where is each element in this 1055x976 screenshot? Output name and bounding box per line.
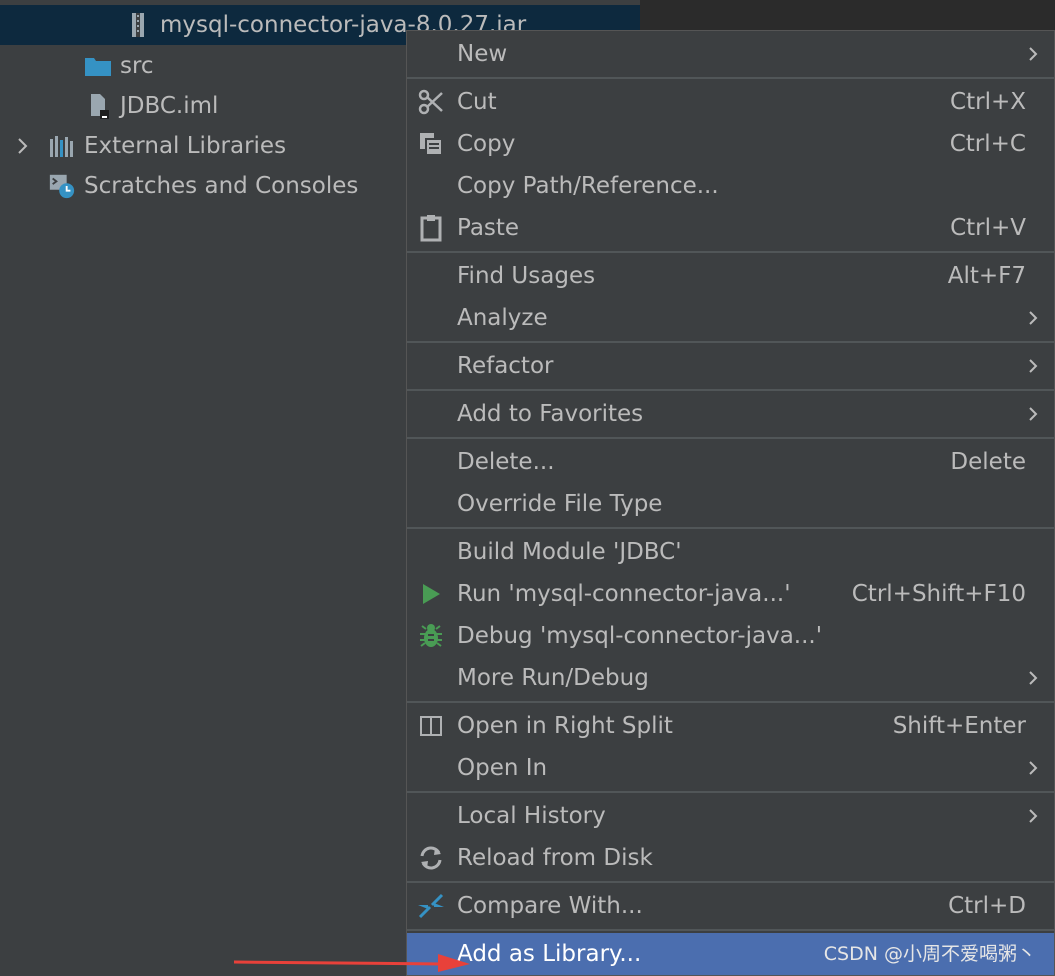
annotation-arrow-icon xyxy=(234,954,470,972)
menu-item-analyze[interactable]: Analyze xyxy=(407,297,1054,339)
chevron-right-icon xyxy=(1026,393,1040,435)
libraries-icon xyxy=(48,132,76,160)
chevron-right-icon xyxy=(1026,795,1040,837)
menu-separator xyxy=(407,791,1054,793)
chevron-right-icon xyxy=(1026,657,1040,699)
tree-item-jdbc-iml[interactable]: JDBC.iml xyxy=(84,86,218,126)
menu-separator xyxy=(407,701,1054,703)
tree-item-external-libraries[interactable]: External Libraries xyxy=(48,126,286,166)
menu-separator xyxy=(407,77,1054,79)
menu-separator xyxy=(407,341,1054,343)
context-menu: New Cut Ctrl+X Copy Ctrl+C Copy Path/Ref… xyxy=(406,30,1055,976)
run-icon xyxy=(415,573,447,615)
menu-separator xyxy=(407,881,1054,883)
tree-item-label: External Libraries xyxy=(84,133,287,159)
menu-item-copy-path[interactable]: Copy Path/Reference... xyxy=(407,165,1054,207)
compare-icon xyxy=(415,885,447,927)
tree-item-label: src xyxy=(120,53,154,79)
menu-item-open-in-right-split[interactable]: Open in Right Split Shift+Enter xyxy=(407,705,1054,747)
reload-icon xyxy=(415,837,447,879)
tree-item-label: JDBC.iml xyxy=(120,93,219,119)
menu-item-cut[interactable]: Cut Ctrl+X xyxy=(407,81,1054,123)
tree-item-scratches[interactable]: Scratches and Consoles xyxy=(48,166,358,206)
menu-separator xyxy=(407,251,1054,253)
menu-item-build-module[interactable]: Build Module 'JDBC' xyxy=(407,531,1054,573)
folder-icon xyxy=(84,52,112,80)
split-icon xyxy=(415,705,447,747)
menu-item-refactor[interactable]: Refactor xyxy=(407,345,1054,387)
menu-item-debug[interactable]: Debug 'mysql-connector-java...' xyxy=(407,615,1054,657)
chevron-right-icon[interactable] xyxy=(12,126,32,166)
menu-item-override-file-type[interactable]: Override File Type xyxy=(407,483,1054,525)
menu-item-reload-from-disk[interactable]: Reload from Disk xyxy=(407,837,1054,879)
tree-item-src[interactable]: src xyxy=(84,46,154,86)
scratches-icon xyxy=(48,172,76,200)
chevron-right-icon xyxy=(1026,33,1040,75)
clipboard-icon xyxy=(415,207,447,249)
csdn-watermark: CSDN @小周不爱喝粥丶 xyxy=(823,943,1036,965)
module-file-icon xyxy=(84,92,112,120)
menu-item-add-as-library[interactable]: Add as Library... CSDN @小周不爱喝粥丶 xyxy=(407,933,1054,975)
menu-item-open-in[interactable]: Open In xyxy=(407,747,1054,789)
menu-item-find-usages[interactable]: Find Usages Alt+F7 xyxy=(407,255,1054,297)
debug-icon xyxy=(415,615,447,657)
chevron-right-icon xyxy=(1026,297,1040,339)
scissors-icon xyxy=(415,81,447,123)
menu-item-add-to-favorites[interactable]: Add to Favorites xyxy=(407,393,1054,435)
menu-item-copy[interactable]: Copy Ctrl+C xyxy=(407,123,1054,165)
menu-separator xyxy=(407,527,1054,529)
menu-item-paste[interactable]: Paste Ctrl+V xyxy=(407,207,1054,249)
jar-archive-icon xyxy=(124,11,152,39)
tree-item-label: Scratches and Consoles xyxy=(84,173,359,199)
menu-item-run[interactable]: Run 'mysql-connector-java...' Ctrl+Shift… xyxy=(407,573,1054,615)
menu-item-more-run-debug[interactable]: More Run/Debug xyxy=(407,657,1054,699)
chevron-right-icon xyxy=(1026,345,1040,387)
chevron-right-icon xyxy=(1026,747,1040,789)
menu-separator xyxy=(407,929,1054,931)
menu-item-compare-with[interactable]: Compare With... Ctrl+D xyxy=(407,885,1054,927)
menu-separator xyxy=(407,389,1054,391)
menu-separator xyxy=(407,437,1054,439)
copy-icon xyxy=(415,123,447,165)
menu-item-local-history[interactable]: Local History xyxy=(407,795,1054,837)
menu-item-delete[interactable]: Delete... Delete xyxy=(407,441,1054,483)
menu-item-new[interactable]: New xyxy=(407,33,1054,75)
